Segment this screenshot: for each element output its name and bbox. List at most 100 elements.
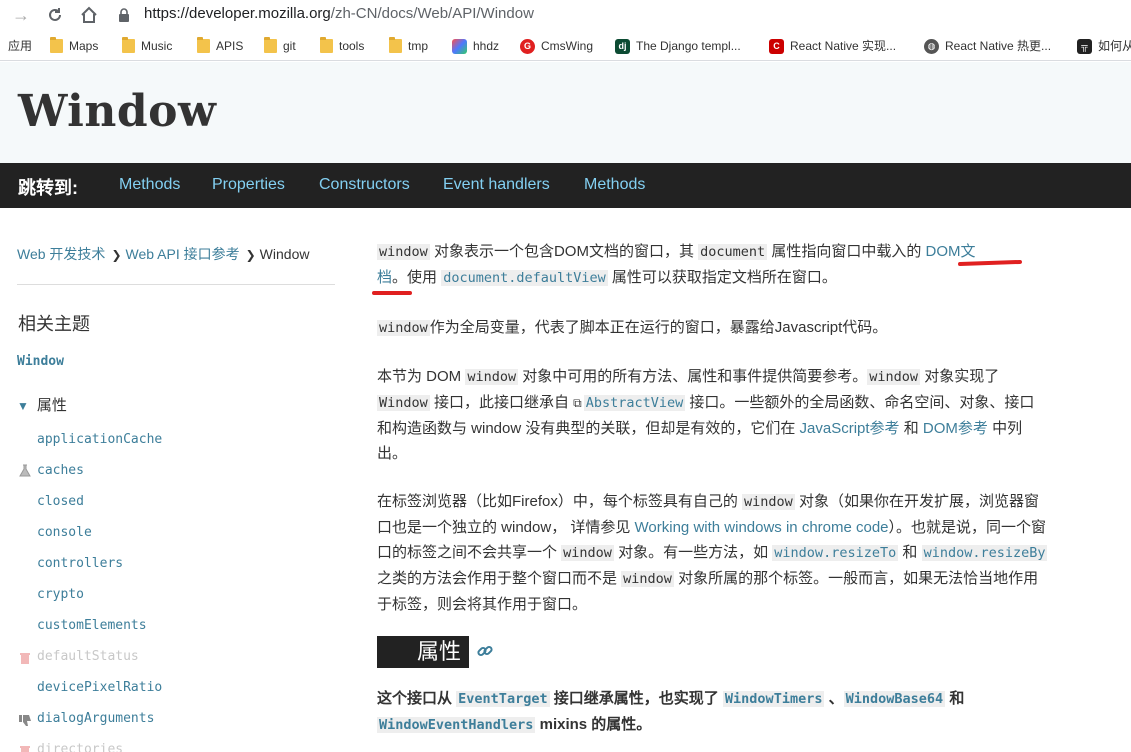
chain-link-icon[interactable] [476,642,494,660]
text: 这个接口从 [377,690,457,707]
bookmark-label: git [283,39,296,53]
code-window: window [377,320,430,336]
address-bar[interactable]: https://developer.mozilla.org/zh-CN/docs… [144,5,534,23]
link-text: 档 [377,269,393,286]
chevron-right-icon: ❯ [111,248,122,262]
jump-link-methods[interactable]: Methods [119,176,180,194]
abstract-view-link[interactable]: AbstractView [583,395,686,411]
text: 之类的方法会作用于整个窗口而不是 [377,570,622,587]
sidebar-window-link[interactable]: Window [17,354,64,369]
breadcrumb: Web 开发技术 ❯ Web API 接口参考 ❯ Window [17,244,313,264]
flask-icon [18,464,32,478]
text: 对象。有一些方法，如 [613,544,773,561]
folder-icon [197,37,210,53]
properties-section-heading: 属性 [377,636,469,668]
sidebar-item-closed[interactable]: closed [37,494,84,509]
trash-icon [18,744,32,752]
bookmark-label: 应用 [8,39,33,53]
sidebar-properties-toggle[interactable]: ▼ 属性 [17,394,67,415]
global-variable-paragraph: window 作为全局变量，代表了脚本正在运行的窗口，暴露给Javascript代… [377,315,1049,341]
sidebar-item-devicepixelratio[interactable]: devicePixelRatio [37,680,162,695]
code-window-interface: Window [377,395,430,411]
bookmark-label: 如何从 [1098,39,1131,53]
jump-bar: 跳转到: Methods Properties Constructors Eve… [0,163,1131,208]
folder-icon [389,37,402,53]
bookmark-howto[interactable]: ╦ 如何从 [1077,38,1131,54]
sidebar-divider [17,284,335,285]
folder-icon [320,37,333,53]
dom-reference-link[interactable]: DOM参考 [923,420,988,437]
jump-link-methods-2[interactable]: Methods [584,176,645,194]
bookmark-django[interactable]: dj The Django templ... [615,38,741,54]
default-view-link[interactable]: document.defaultView [441,270,608,286]
sidebar-item-defaultstatus[interactable]: defaultStatus [37,649,139,664]
text: 属性指向窗口中载入的 [767,243,926,260]
sidebar-item-directories[interactable]: directories [37,742,123,752]
bookmark-icon: ╦ [1077,38,1092,54]
window-timers-link[interactable]: WindowTimers [722,691,825,707]
back-arrow-icon[interactable]: → [8,2,34,28]
code-window: window [867,369,921,385]
bookmark-music[interactable]: Music [122,37,172,54]
django-icon: dj [615,38,630,54]
jump-label: 跳转到: [18,178,78,198]
sidebar-properties-label: 属性 [36,397,67,414]
bookmark-react-native-2[interactable]: ◍ React Native 热更... [924,38,1051,54]
code-window: window [465,369,519,385]
jump-link-properties[interactable]: Properties [212,176,285,194]
javascript-reference-link[interactable]: JavaScript参考 [800,420,900,437]
text: 和 [945,690,965,707]
bookmark-cmswing[interactable]: G CmsWing [520,38,593,54]
breadcrumb-current: Window [259,246,310,262]
sidebar-item-crypto[interactable]: crypto [37,587,84,602]
jump-link-constructors[interactable]: Constructors [319,176,410,194]
resize-by-link[interactable]: window.resizeBy [921,545,1048,561]
sidebar-item-customelements[interactable]: customElements [37,618,147,633]
window-event-handlers-link[interactable]: WindowEventHandlers [377,717,536,733]
bookmark-maps[interactable]: Maps [50,37,98,54]
sidebar-item-console[interactable]: console [37,525,92,540]
text: 。使用 [392,269,442,286]
chrome-windows-link[interactable]: Working with windows in chrome code [635,519,889,536]
bookmark-label: tools [339,39,365,53]
bookmark-tmp[interactable]: tmp [389,37,428,54]
bookmark-label: APIS [216,39,244,53]
event-target-link[interactable]: EventTarget [456,691,550,707]
reload-icon[interactable] [42,2,68,28]
home-icon[interactable] [76,2,102,28]
code-window: window [377,244,430,260]
breadcrumb-web-api[interactable]: Web API 接口参考 [126,246,240,262]
bookmark-label: React Native 实现... [790,39,897,53]
text: 和 [899,420,923,437]
bookmark-hhdz[interactable]: hhdz [452,38,499,54]
bookmark-git[interactable]: git [264,37,296,54]
text: mixins 的属性。 [535,716,652,733]
resize-to-link[interactable]: window.resizeTo [772,545,899,561]
sidebar-item-dialogarguments[interactable]: dialogArguments [37,711,154,726]
tabbed-browser-paragraph: 在标签浏览器（比如Firefox）中，每个标签具有自己的 window 对象（如… [377,489,1049,617]
sidebar-item-applicationcache[interactable]: applicationCache [37,432,162,447]
jump-link-event-handlers[interactable]: Event handlers [443,176,550,194]
page-title: Window [18,86,217,137]
thumbs-down-icon [18,713,32,727]
browser-toolbar: → https://developer.mozilla.org/zh-CN/do… [0,0,1131,30]
code-document: document [698,244,768,260]
bookmark-tools[interactable]: tools [320,37,365,54]
red-underline-annotation [372,291,412,295]
sidebar-item-caches[interactable]: caches [37,463,84,478]
text: 属性可以获取指定文档所在窗口。 [607,269,837,286]
lock-icon[interactable] [116,7,132,23]
bookmark-apps[interactable]: 应用 [8,38,32,54]
code-window: window [742,494,795,510]
page-header: Window [0,62,1131,163]
bookmark-apis[interactable]: APIS [197,37,244,54]
cmswing-icon: G [520,38,535,54]
text: 本节为 DOM [377,368,466,385]
code-window: window [561,545,614,561]
breadcrumb-web-tech[interactable]: Web 开发技术 [17,246,105,262]
chevron-right-icon: ❯ [245,248,256,262]
window-base64-link[interactable]: WindowBase64 [843,691,946,707]
sidebar-item-controllers[interactable]: controllers [37,556,123,571]
globe-icon: ◍ [924,38,939,54]
bookmark-react-native-1[interactable]: C React Native 实现... [769,38,896,54]
